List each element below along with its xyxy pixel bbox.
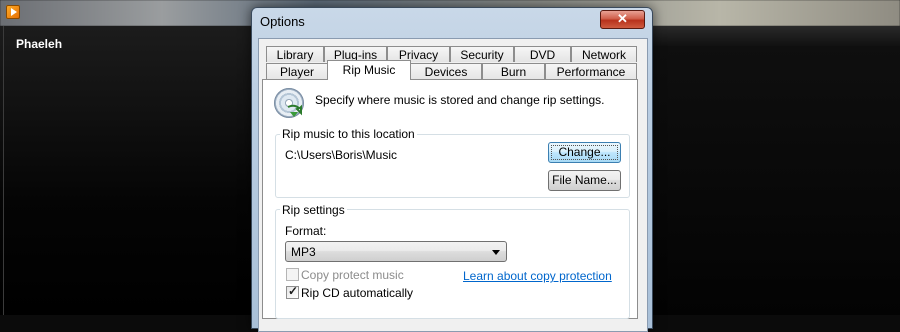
rip-intro-text: Specify where music is stored and change… (315, 93, 605, 107)
now-playing-title: Phaeleh (16, 37, 63, 51)
chevron-down-icon (492, 250, 500, 255)
rip-settings-group (275, 209, 630, 319)
tab-library[interactable]: Library (266, 46, 324, 62)
tab-dvd[interactable]: DVD (514, 46, 571, 62)
format-label: Format: (285, 224, 327, 238)
file-name-button[interactable]: File Name... (548, 170, 621, 191)
close-icon: ✕ (617, 11, 628, 26)
focus-rectangle (551, 145, 618, 160)
player-library-pane (0, 26, 253, 315)
format-select[interactable]: MP3 (285, 241, 507, 262)
tab-security[interactable]: Security (450, 46, 514, 62)
close-button[interactable]: ✕ (600, 10, 645, 29)
copy-protect-checkbox[interactable] (286, 268, 299, 281)
rip-location-path: C:\Users\Boris\Music (285, 148, 398, 162)
rip-settings-label: Rip settings (280, 203, 347, 217)
rip-location-label: Rip music to this location (280, 127, 417, 141)
rip-cd-automatically-label: Rip CD automatically (301, 286, 414, 300)
copy-protection-link[interactable]: Learn about copy protection (463, 269, 612, 283)
format-value: MP3 (291, 245, 316, 259)
rip-cd-automatically-checkbox[interactable]: ✓ (286, 284, 299, 299)
tab-performance[interactable]: Performance (545, 63, 637, 80)
checkmark-icon: ✓ (288, 284, 299, 298)
download-arrow-icon (287, 104, 302, 117)
tab-rip-music[interactable]: Rip Music (327, 60, 411, 80)
media-player-icon[interactable] (6, 5, 20, 19)
tab-network[interactable]: Network (571, 46, 637, 62)
copy-protect-label: Copy protect music (301, 268, 404, 282)
player-divider (3, 26, 4, 315)
change-location-button[interactable]: Change... (548, 142, 621, 163)
player-toolbar-strip (652, 26, 900, 46)
dialog-title: Options (260, 14, 305, 29)
tab-player[interactable]: Player (266, 63, 328, 80)
tab-devices[interactable]: Devices (410, 63, 482, 80)
tab-burn[interactable]: Burn (482, 63, 545, 80)
